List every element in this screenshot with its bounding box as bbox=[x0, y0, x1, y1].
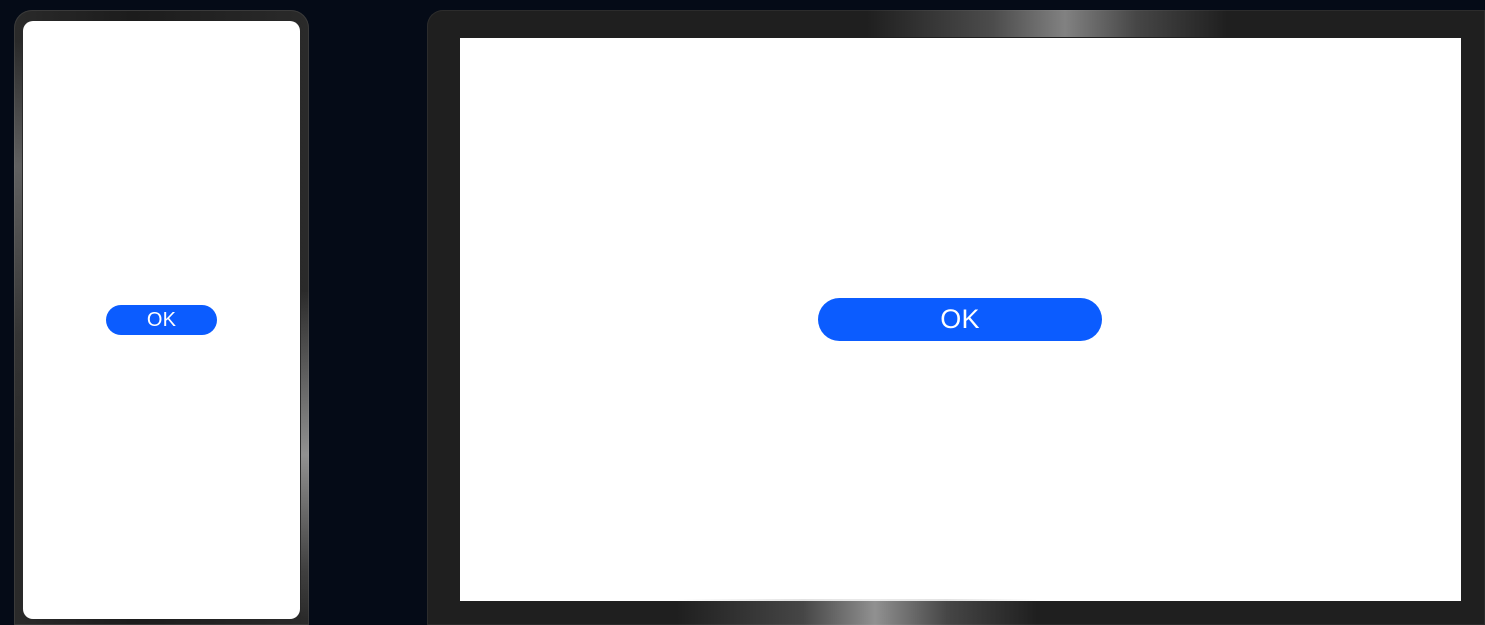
phone-screen: OK bbox=[23, 21, 300, 619]
phone-ok-button[interactable]: OK bbox=[106, 305, 217, 335]
tablet-device-frame: OK bbox=[427, 10, 1485, 625]
phone-device-frame: OK bbox=[14, 10, 309, 625]
tablet-screen: OK bbox=[460, 38, 1461, 601]
tablet-ok-button[interactable]: OK bbox=[818, 298, 1102, 341]
